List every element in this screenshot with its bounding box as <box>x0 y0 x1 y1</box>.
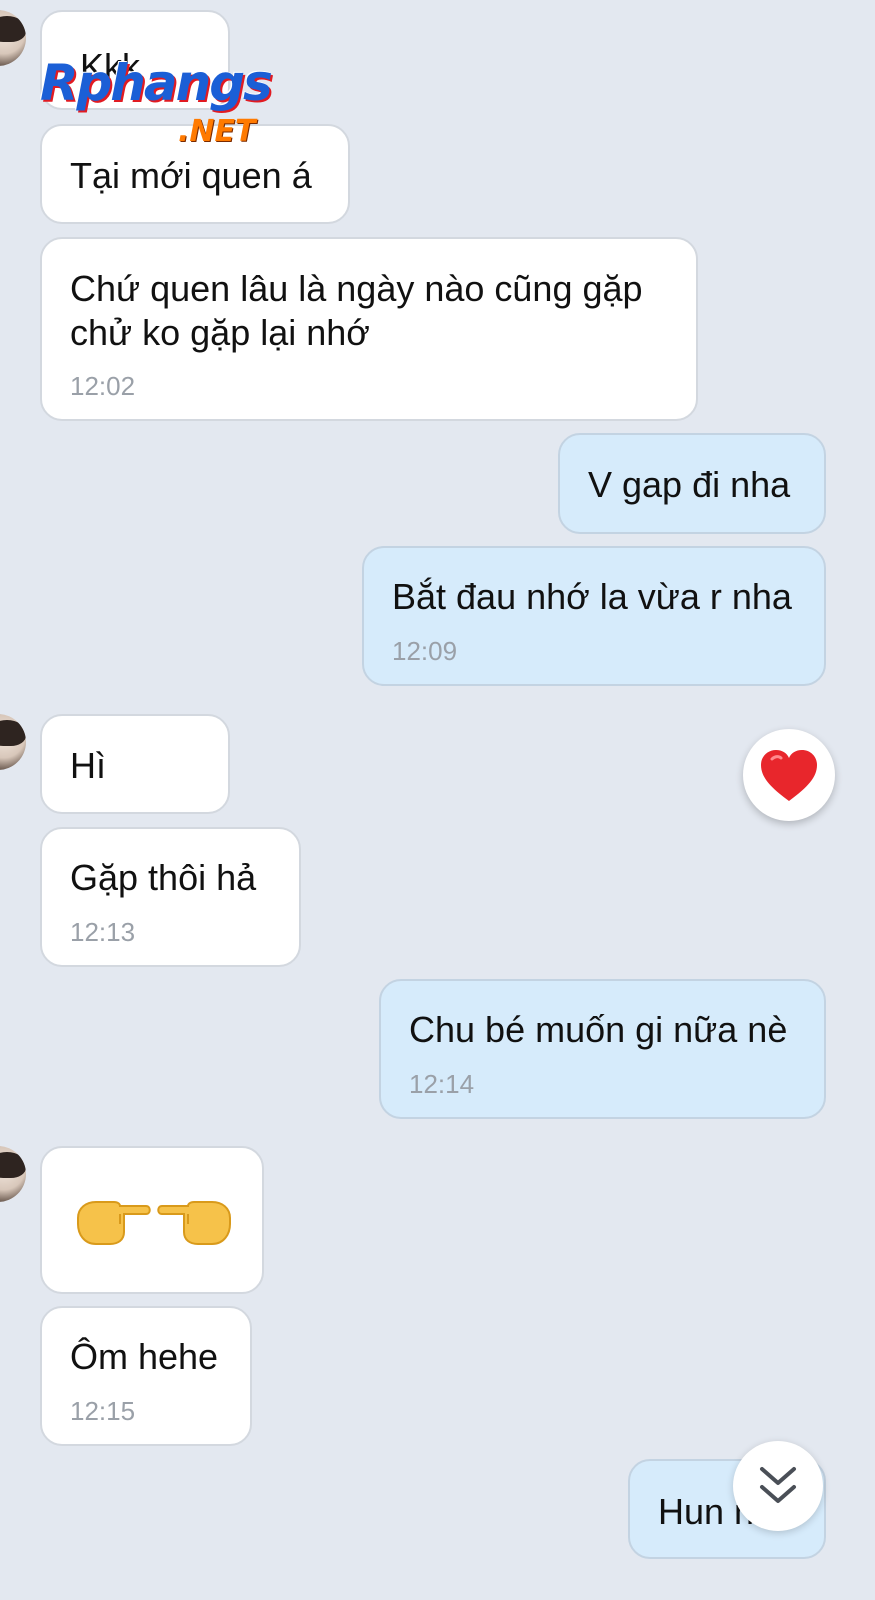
message-timestamp: 12:15 <box>70 1396 136 1426</box>
message-text: Ôm hehe <box>70 1336 219 1377</box>
message-bubble[interactable]: Gặp thôi hả 12:13 <box>40 827 301 967</box>
message-timestamp: 12:14 <box>409 1069 475 1099</box>
contact-avatar[interactable] <box>0 10 26 66</box>
point-left-emoji <box>157 1201 231 1245</box>
contact-avatar[interactable] <box>0 1146 26 1202</box>
message-text: Bắt đau nhớ la vừa r nha <box>392 576 792 617</box>
watermark-main: Rphangs <box>40 54 273 112</box>
point-right-emoji <box>77 1201 151 1245</box>
message-bubble[interactable]: Ôm hehe 12:15 <box>40 1306 252 1446</box>
scroll-to-bottom-button[interactable] <box>733 1441 823 1531</box>
message-text: Tại mới quen á <box>70 155 312 196</box>
message-bubble[interactable]: Bắt đau nhớ la vừa r nha 12:09 <box>362 546 826 686</box>
message-bubble[interactable]: Chứ quen lâu là ngày nào cũng gặp chử ko… <box>40 237 698 421</box>
message-bubble[interactable]: Chu bé muốn gi nữa nè 12:14 <box>379 979 826 1119</box>
message-bubble[interactable]: V gap đi nha <box>558 433 826 534</box>
chat-thread: Kkk Tại mới quen á Chứ quen lâu là ngày … <box>0 0 875 1600</box>
message-text-line-2: chử ko gặp lại nhớ <box>70 312 370 353</box>
emoji-pair <box>77 1201 231 1245</box>
message-timestamp: 12:09 <box>392 636 458 666</box>
heart-icon <box>761 750 817 801</box>
watermark-sub: .NET <box>178 114 256 149</box>
watermark-logo: Rphangs .NET <box>40 54 310 154</box>
message-text: V gap đi nha <box>588 464 791 505</box>
message-bubble[interactable] <box>40 1146 264 1294</box>
message-timestamp: 12:02 <box>70 371 136 401</box>
message-timestamp: 12:13 <box>70 917 136 947</box>
message-text: Hì <box>70 745 106 786</box>
double-chevron-down-icon <box>760 1467 796 1503</box>
message-text-line-1: Chứ quen lâu là ngày nào cũng gặp <box>70 268 643 309</box>
contact-avatar[interactable] <box>0 714 26 770</box>
message-bubble[interactable]: Hì <box>40 714 230 814</box>
message-text: Gặp thôi hả <box>70 857 257 898</box>
reaction-badge[interactable] <box>743 729 835 821</box>
message-text: Chu bé muốn gi nữa nè <box>409 1009 788 1050</box>
